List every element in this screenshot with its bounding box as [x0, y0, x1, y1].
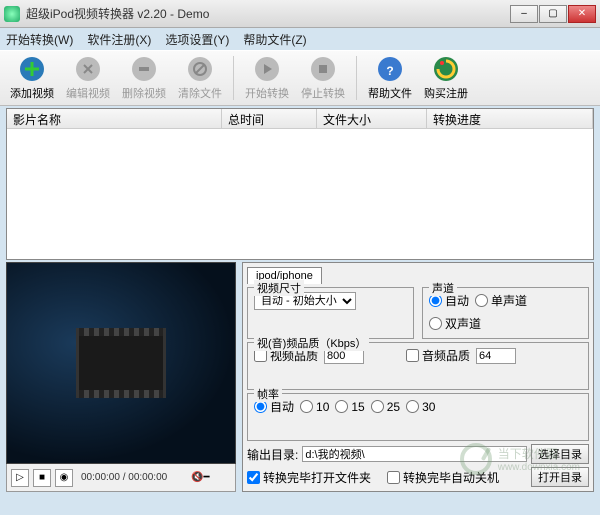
clear-files-icon	[186, 55, 214, 83]
open-folder-button[interactable]: 打开目录	[531, 467, 589, 487]
help-button[interactable]: ? 帮助文件	[364, 53, 416, 103]
titlebar: 超级iPod视频转换器 v2.20 - Demo ‒ ▢ ✕	[0, 0, 600, 28]
toolbar-separator	[233, 56, 234, 100]
audio-mono[interactable]: 单声道	[475, 292, 527, 309]
video-size-group: 视频尺寸 自动 - 初始大小	[247, 287, 414, 339]
app-icon	[4, 6, 20, 22]
menu-options[interactable]: 选项设置(Y)	[165, 31, 229, 48]
start-convert-icon	[253, 55, 281, 83]
edit-video-button[interactable]: 编辑视频	[62, 53, 114, 103]
fps-10[interactable]: 10	[300, 400, 329, 414]
fps-15[interactable]: 15	[335, 400, 364, 414]
svg-text:?: ?	[386, 64, 393, 78]
shutdown-after-check[interactable]: 转换完毕自动关机	[387, 469, 499, 486]
toolbar: 添加视频 编辑视频 删除视频 清除文件 开始转换 停止转换 ? 帮助文件 购买注…	[0, 50, 600, 106]
audio-channel-group: 声道 自动 单声道 双声道	[422, 287, 589, 339]
maximize-button[interactable]: ▢	[539, 5, 567, 23]
menu-register[interactable]: 软件注册(X)	[87, 31, 151, 48]
stop-convert-icon	[309, 55, 337, 83]
menubar: 开始转换(W) 软件注册(X) 选项设置(Y) 帮助文件(Z)	[0, 28, 600, 50]
time-display: 00:00:00 / 00:00:00	[81, 472, 167, 483]
col-size[interactable]: 文件大小	[317, 109, 427, 128]
buy-register-icon	[432, 55, 460, 83]
volume-control[interactable]: 🔇━	[191, 472, 231, 483]
buy-register-button[interactable]: 购买注册	[420, 53, 472, 103]
add-video-button[interactable]: 添加视频	[6, 53, 58, 103]
player-controls: ▷ ■ ◉ 00:00:00 / 00:00:00 🔇━	[6, 464, 236, 492]
edit-video-icon	[74, 55, 102, 83]
add-video-icon	[18, 55, 46, 83]
preview-panel: ▷ ■ ◉ 00:00:00 / 00:00:00 🔇━	[6, 262, 236, 492]
clear-files-button[interactable]: 清除文件	[174, 53, 226, 103]
delete-video-icon	[130, 55, 158, 83]
minimize-button[interactable]: ‒	[510, 5, 538, 23]
stop-convert-button[interactable]: 停止转换	[297, 53, 349, 103]
fps-group: 帧率 自动 10 15 25 30	[247, 393, 589, 441]
window-title: 超级iPod视频转换器 v2.20 - Demo	[26, 5, 510, 22]
snapshot-button[interactable]: ◉	[55, 469, 73, 487]
stop-button[interactable]: ■	[33, 469, 51, 487]
toolbar-separator	[356, 56, 357, 100]
fps-25[interactable]: 25	[371, 400, 400, 414]
audio-quality-check[interactable]: 音频品质	[406, 347, 470, 364]
close-button[interactable]: ✕	[568, 5, 596, 23]
quality-group: 视(音)频品质（Kbps） 视频品质 音频品质	[247, 342, 589, 390]
delete-video-button[interactable]: 删除视频	[118, 53, 170, 103]
col-progress[interactable]: 转换进度	[427, 109, 593, 128]
filmstrip-icon	[76, 328, 166, 398]
open-folder-after-check[interactable]: 转换完毕打开文件夹	[247, 469, 371, 486]
menu-start[interactable]: 开始转换(W)	[6, 31, 73, 48]
video-preview	[6, 262, 236, 464]
fps-30[interactable]: 30	[406, 400, 435, 414]
output-label: 输出目录:	[247, 446, 298, 463]
start-convert-button[interactable]: 开始转换	[241, 53, 293, 103]
settings-panel: ipod/iphone 视频尺寸 自动 - 初始大小 声道 自动 单声道 双声道…	[242, 262, 594, 492]
video-list[interactable]: 影片名称 总时间 文件大小 转换进度	[6, 108, 594, 260]
output-path-input[interactable]	[302, 446, 527, 462]
help-icon: ?	[376, 55, 404, 83]
audio-stereo[interactable]: 双声道	[429, 315, 481, 332]
list-header: 影片名称 总时间 文件大小 转换进度	[7, 109, 593, 129]
col-duration[interactable]: 总时间	[222, 109, 317, 128]
menu-help[interactable]: 帮助文件(Z)	[243, 31, 306, 48]
col-name[interactable]: 影片名称	[7, 109, 222, 128]
play-button[interactable]: ▷	[11, 469, 29, 487]
choose-folder-button[interactable]: 选择目录	[531, 444, 589, 464]
audio-quality-input[interactable]	[476, 348, 516, 364]
